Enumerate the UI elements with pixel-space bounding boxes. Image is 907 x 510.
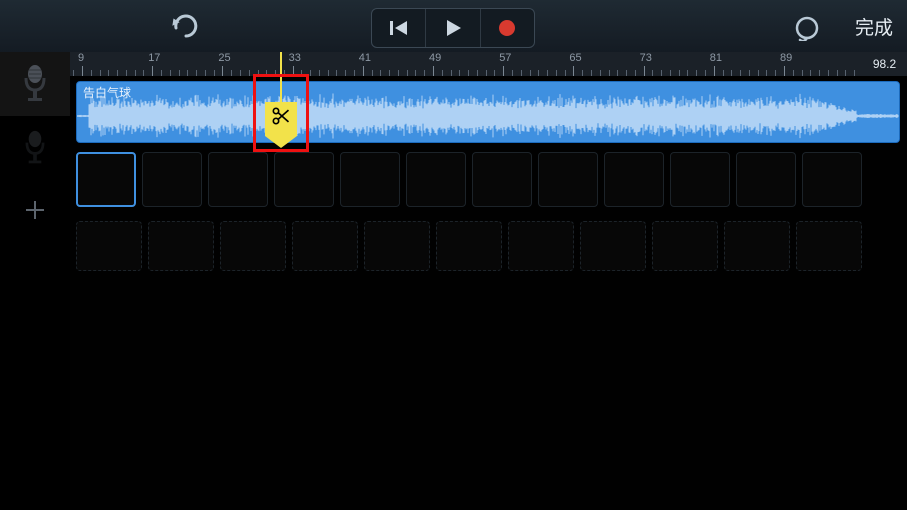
play-button[interactable] [425, 9, 479, 47]
microphone-icon [23, 130, 47, 166]
cell[interactable] [208, 152, 268, 207]
cell[interactable] [292, 221, 358, 271]
plus-icon [24, 199, 46, 221]
cell[interactable] [340, 152, 400, 207]
track-headers [0, 52, 70, 510]
record-icon [497, 18, 517, 38]
ruler-label: 65 [569, 52, 581, 64]
undo-icon [170, 14, 200, 38]
cell[interactable] [274, 152, 334, 207]
transport-controls [371, 8, 535, 48]
scissors-icon [271, 106, 291, 126]
record-button[interactable] [480, 9, 534, 47]
track-header-2[interactable] [0, 116, 70, 180]
play-icon [443, 18, 463, 38]
ruler-label: 41 [359, 52, 371, 64]
cell[interactable] [538, 152, 598, 207]
cell[interactable] [76, 152, 136, 207]
skip-back-icon [388, 18, 410, 38]
cell[interactable] [364, 221, 430, 271]
undo-button[interactable] [165, 10, 205, 42]
waveform [77, 82, 899, 142]
cell[interactable] [436, 221, 502, 271]
cell[interactable] [802, 152, 862, 207]
cell[interactable] [76, 221, 142, 271]
loop-browser-button[interactable] [789, 10, 825, 46]
ruler-label: 25 [218, 52, 230, 64]
ruler-label: 9 [78, 52, 84, 64]
region-title: 告白气球 [83, 84, 131, 101]
audio-region[interactable]: 告白气球 [76, 81, 900, 143]
ruler-label: 17 [148, 52, 160, 64]
cell[interactable] [472, 152, 532, 207]
track-header-1[interactable] [0, 52, 70, 116]
cell[interactable] [724, 221, 790, 271]
add-track-button[interactable] [0, 180, 70, 240]
cell[interactable] [148, 221, 214, 271]
cell[interactable] [736, 152, 796, 207]
split-marker[interactable] [265, 102, 297, 136]
cell-row-1 [76, 152, 862, 207]
timeline-ruler[interactable]: 9 17 25 33 41 49 57 65 73 81 89 [70, 52, 862, 76]
toolbar: 完成 [0, 0, 907, 52]
ruler-label: 57 [499, 52, 511, 64]
ruler-label: 81 [710, 52, 722, 64]
cell[interactable] [670, 152, 730, 207]
tempo-display[interactable]: 98.2 [862, 52, 907, 76]
cell[interactable] [406, 152, 466, 207]
microphone-icon [22, 64, 48, 104]
cell[interactable] [652, 221, 718, 271]
cell[interactable] [580, 221, 646, 271]
cell[interactable] [142, 152, 202, 207]
ruler-label: 49 [429, 52, 441, 64]
cell[interactable] [508, 221, 574, 271]
cell[interactable] [604, 152, 664, 207]
cell[interactable] [796, 221, 862, 271]
timeline-area[interactable]: 告白气球 [70, 76, 907, 510]
ruler-label: 73 [640, 52, 652, 64]
ruler-label: 33 [289, 52, 301, 64]
cell-row-2 [76, 221, 862, 276]
cell[interactable] [220, 221, 286, 271]
ruler-label: 89 [780, 52, 792, 64]
loop-icon [794, 15, 820, 41]
done-button[interactable]: 完成 [855, 10, 893, 42]
rewind-button[interactable] [372, 9, 425, 47]
